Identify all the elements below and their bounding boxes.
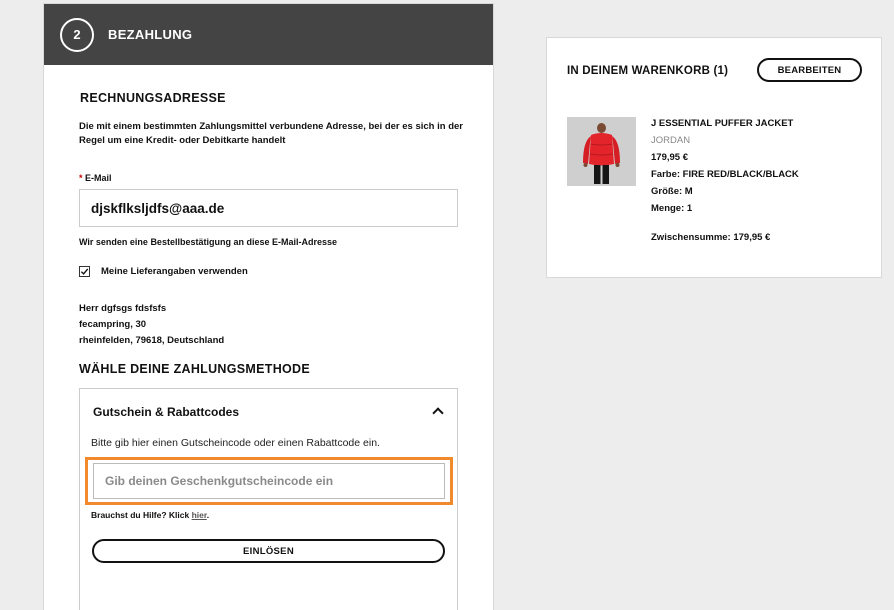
email-field[interactable]: djskflksljdfs@aaa.de — [79, 189, 458, 227]
address-street: fecampring, 30 — [79, 319, 147, 330]
checkmark-icon — [80, 268, 89, 275]
product-quantity: Menge: 1 — [651, 203, 693, 214]
voucher-panel: Gutschein & Rabattcodes Bitte gib hier e… — [79, 388, 458, 610]
page: 2 BEZAHLUNG RECHNUNGSADRESSE Die mit ein… — [0, 0, 894, 610]
voucher-input-highlight: Gib deinen Geschenkgutscheincode ein — [85, 457, 453, 505]
step-title: BEZAHLUNG — [108, 27, 193, 42]
payment-section: 2 BEZAHLUNG RECHNUNGSADRESSE Die mit ein… — [43, 3, 494, 610]
voucher-description: Bitte gib hier einen Gutscheincode oder … — [91, 437, 380, 449]
billing-address: Herr dgfsgs fdsfsfs fecampring, 30 rhein… — [79, 301, 224, 349]
use-shipping-checkbox-row[interactable]: Meine Lieferangaben verwenden — [79, 266, 248, 277]
redeem-button[interactable]: EINLÖSEN — [92, 539, 445, 563]
chevron-up-icon[interactable] — [432, 407, 444, 419]
product-brand: JORDAN — [651, 135, 691, 146]
jacket-image — [567, 117, 636, 186]
product-color: Farbe: FIRE RED/BLACK/BLACK — [651, 169, 799, 180]
voucher-code-input[interactable]: Gib deinen Geschenkgutscheincode ein — [93, 463, 445, 499]
address-city: rheinfelden, 79618, Deutschland — [79, 335, 225, 346]
cart-summary: IN DEINEM WARENKORB (1) BEARBEITEN J ESS… — [546, 37, 882, 278]
product-image — [567, 117, 636, 186]
help-suffix: . — [206, 510, 210, 520]
step-header: 2 BEZAHLUNG — [44, 4, 493, 65]
email-note: Wir senden eine Bestellbestätigung an di… — [79, 237, 337, 247]
product-size: Größe: M — [651, 186, 693, 197]
email-label: * E-Mail — [79, 173, 112, 183]
cart-title: IN DEINEM WARENKORB (1) — [567, 65, 729, 77]
product-price: 179,95 € — [651, 152, 688, 163]
address-name: Herr dgfsgs fdsfsfs — [79, 303, 167, 314]
billing-address-description: Die mit einem bestimmten Zahlungsmittel … — [79, 121, 463, 146]
help-prefix: Brauchst du Hilfe? Klick — [91, 510, 192, 520]
help-text: Brauchst du Hilfe? Klick hier. — [91, 510, 209, 520]
required-star: * — [79, 173, 83, 183]
help-link[interactable]: hier — [192, 510, 207, 520]
product-name: J ESSENTIAL PUFFER JACKET — [651, 118, 794, 129]
use-shipping-checkbox[interactable] — [79, 266, 90, 277]
product-info: J ESSENTIAL PUFFER JACKET JORDAN 179,95 … — [651, 118, 799, 220]
billing-address-title: RECHNUNGSADRESSE — [80, 91, 226, 105]
voucher-heading[interactable]: Gutschein & Rabattcodes — [93, 405, 239, 419]
email-label-text: E-Mail — [85, 173, 112, 183]
cart-subtotal: Zwischensumme: 179,95 € — [651, 232, 771, 243]
edit-button[interactable]: BEARBEITEN — [757, 58, 862, 82]
payment-method-title: WÄHLE DEINE ZAHLUNGSMETHODE — [79, 362, 311, 376]
step-number: 2 — [60, 17, 94, 52]
use-shipping-label: Meine Lieferangaben verwenden — [101, 266, 248, 277]
